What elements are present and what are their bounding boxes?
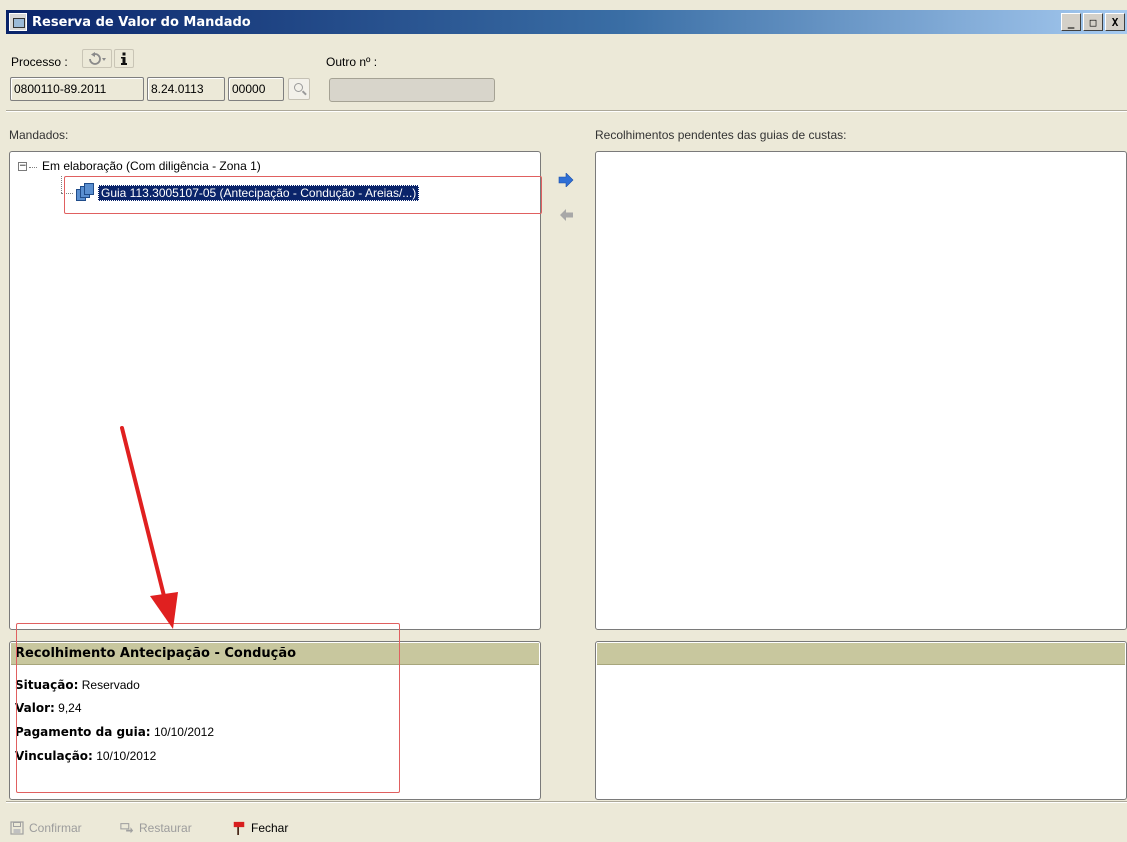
mandados-label: Mandados:: [9, 128, 69, 142]
restaurar-button[interactable]: Restaurar: [120, 821, 192, 835]
undo-button[interactable]: [82, 49, 112, 68]
fechar-button[interactable]: Fechar: [232, 821, 288, 835]
search-icon: [294, 83, 303, 92]
processo-sufixo-field[interactable]: 00000: [228, 77, 284, 101]
fechar-label: Fechar: [251, 821, 289, 835]
arrow-right-icon[interactable]: [558, 173, 574, 187]
outro-numero-label: Outro nº :: [326, 55, 378, 69]
tree-collapse-icon[interactable]: −: [18, 162, 27, 171]
info-icon: [121, 52, 127, 65]
window-title: Reserva de Valor do Mandado: [32, 14, 251, 30]
detail-header-right: [597, 643, 1125, 665]
maximize-button[interactable]: □: [1083, 13, 1103, 31]
restore-icon: [120, 823, 134, 834]
window-app-icon[interactable]: [9, 13, 27, 31]
annotation-arrow-icon: [120, 426, 178, 629]
window-controls: _ □ X: [1061, 13, 1125, 31]
highlight-detail: [16, 623, 400, 793]
recolhimentos-label: Recolhimentos pendentes das guias de cus…: [595, 128, 847, 142]
top-separator: [6, 110, 1127, 112]
outro-numero-field[interactable]: [329, 78, 495, 102]
highlight-guia: [64, 176, 542, 214]
search-button[interactable]: [288, 78, 310, 100]
close-button[interactable]: X: [1105, 13, 1125, 31]
processo-numero-field[interactable]: 0800110-89.2011: [10, 77, 144, 101]
tree-connector: [29, 167, 37, 168]
flag-icon: [233, 821, 245, 835]
processo-label: Processo :: [11, 55, 68, 69]
confirmar-label: Confirmar: [29, 821, 82, 835]
confirmar-button[interactable]: Confirmar: [10, 821, 82, 835]
bottom-separator: [6, 801, 1127, 803]
mandados-tree[interactable]: − Em elaboração (Com diligência - Zona 1…: [9, 151, 541, 630]
minimize-button[interactable]: _: [1061, 13, 1081, 31]
info-button[interactable]: [114, 49, 134, 68]
window-client: Processo : Outro nº : 0800110-89.2011 8.…: [6, 34, 1127, 842]
undo-icon: [89, 51, 106, 65]
restaurar-label: Restaurar: [139, 821, 192, 835]
processo-orgao-field[interactable]: 8.24.0113: [147, 77, 225, 101]
reserva-window: Reserva de Valor do Mandado _ □ X Proces…: [0, 0, 1127, 842]
tree-group-em-elaboracao[interactable]: Em elaboração (Com diligência - Zona 1): [42, 159, 261, 173]
detail-panel-right: [595, 641, 1127, 800]
title-bar[interactable]: Reserva de Valor do Mandado _ □ X: [6, 10, 1127, 34]
recolhimentos-list[interactable]: [595, 151, 1127, 630]
tree-connector: [61, 176, 62, 193]
arrow-left-icon[interactable]: [558, 208, 574, 222]
save-icon: [10, 821, 24, 835]
